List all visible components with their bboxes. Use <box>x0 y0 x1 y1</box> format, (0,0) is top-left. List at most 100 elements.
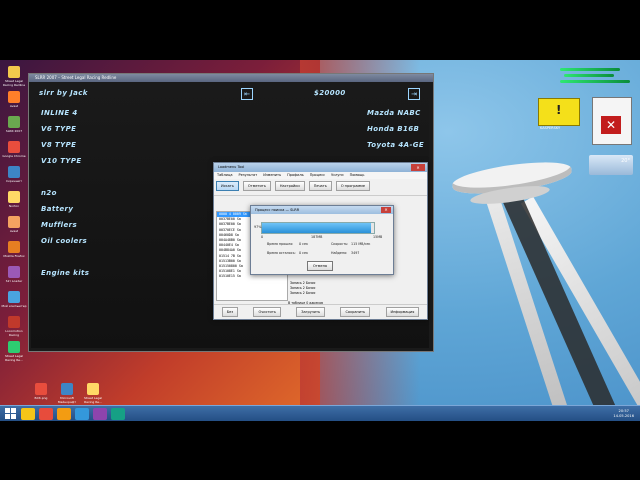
windows-logo-icon <box>10 414 16 419</box>
menu-item[interactable]: Процесс <box>310 173 325 177</box>
desktop-icon-label: Locomotion Racing <box>5 329 23 337</box>
found-label: Найдено: <box>331 251 348 255</box>
app-icon <box>8 141 20 153</box>
game-window-title: SLRR 2007 – Street Legal Racing Redline <box>29 74 433 82</box>
progress-title: Процесс поиска — SLRR ✕ <box>251 206 393 214</box>
progress-max-label: 15MB <box>373 235 383 239</box>
desktop-icon[interactable]: Скриншот <box>1 166 27 183</box>
toolbar-button[interactable]: Печать <box>308 181 332 191</box>
taskbar-apps <box>17 407 125 420</box>
progress-bar <box>261 222 375 234</box>
ram-bar <box>564 74 614 77</box>
menu-item[interactable]: Услуги <box>331 173 343 177</box>
desktop-icon[interactable]: Мой компьютер <box>1 291 27 308</box>
taskbar-app-explorer[interactable] <box>21 407 35 420</box>
menu-item[interactable]: Таблица <box>217 173 232 177</box>
desktop-icon[interactable]: Avast <box>1 216 27 233</box>
desktop-icon-label: Norton <box>8 204 20 208</box>
engine-menu-item[interactable]: Battery <box>41 205 73 213</box>
desktop-icon[interactable]: Slrr Loader <box>1 266 27 283</box>
app-icon <box>8 316 20 328</box>
bottom-button[interactable]: Без <box>221 307 239 317</box>
remaining-label: Время осталось: <box>267 251 296 255</box>
desktop-icon-label: Мой компьютер <box>1 304 27 308</box>
toolbar-button[interactable]: Отметить <box>242 181 271 191</box>
windows-logo-icon <box>4 408 10 413</box>
taskbar-app-ie[interactable] <box>75 407 89 420</box>
space-needle-leg <box>520 196 640 412</box>
progress-fill <box>262 223 371 233</box>
engine-model-item[interactable]: Toyota 4A-GE <box>367 141 424 149</box>
elapsed-value: 0 сек <box>299 242 308 246</box>
progress-title-text: Процесс поиска — SLRR <box>255 208 300 212</box>
engine-menu-item[interactable]: Oil coolers <box>41 237 87 245</box>
app-icon <box>8 216 20 228</box>
cpu-bar <box>560 68 620 71</box>
desktop-icon[interactable]: Mozilla Firefox <box>1 241 27 258</box>
engine-menu-item[interactable]: Mufflers <box>41 221 77 229</box>
bottom-button[interactable]: Сохранить <box>340 307 371 317</box>
engine-menu-item[interactable]: V8 TYPE <box>41 141 76 149</box>
desktop-icon[interactable]: Locomotion Racing <box>1 316 27 337</box>
desktop-icon-label: Street Legal Racing Re... <box>4 354 24 362</box>
enter-button[interactable]: ⇤ <box>241 88 253 100</box>
taskbar-app-chrome[interactable] <box>39 407 53 420</box>
cpu-gadget <box>530 64 634 86</box>
desktop-icon[interactable]: Avast <box>1 91 27 108</box>
engine-menu-item[interactable]: Engine kits <box>41 269 89 277</box>
windows-logo-icon <box>4 414 10 419</box>
toolbar-button[interactable]: О программе <box>335 181 370 191</box>
desktop-icon-label: Avast <box>9 104 19 108</box>
search-progress-dialog[interactable]: Процесс поиска — SLRR ✕ 97% 0 187MB 15MB… <box>250 205 394 275</box>
engine-model-item[interactable]: Honda B16B <box>367 125 419 133</box>
bottom-button[interactable]: Очистить <box>253 307 281 317</box>
list-item[interactable]: 01510E15 Sa <box>217 274 287 279</box>
desktop-icon[interactable]: Google Chrome <box>1 141 27 158</box>
kaspersky-gadget[interactable]: ! <box>538 98 580 126</box>
antivirus-gadget[interactable]: ✕ <box>592 97 632 145</box>
desktop-icon[interactable]: SLRR 2007 <box>1 116 27 133</box>
taskbar-app-game[interactable] <box>93 407 107 420</box>
engine-menu-item[interactable]: V6 TYPE <box>41 125 76 133</box>
toolbar-button[interactable]: Настройки <box>274 181 305 191</box>
cancel-button[interactable]: Отмена <box>307 261 333 271</box>
bottom-button[interactable]: Информация <box>385 307 420 317</box>
desktop-icon[interactable]: Street Legal Racing Redline <box>1 66 27 87</box>
desktop-icon[interactable]: БСК.png <box>28 383 54 400</box>
menu-item[interactable]: Изменить <box>263 173 281 177</box>
windows-logo-icon <box>10 408 16 413</box>
close-button[interactable]: ✕ <box>381 207 391 213</box>
desktop-icon-label: БСК.png <box>34 396 48 400</box>
system-clock[interactable]: 20:57 14.05.2016 <box>613 409 634 419</box>
engine-menu-item[interactable]: V10 TYPE <box>41 157 82 165</box>
speed-value: 115 MB/сек <box>351 242 371 246</box>
app-icon <box>87 383 99 395</box>
bottom-button[interactable]: Загрузить <box>296 307 326 317</box>
engine-menu-item[interactable]: n2o <box>41 189 57 197</box>
taskbar-app-tool[interactable] <box>111 407 125 420</box>
start-button[interactable] <box>3 408 17 420</box>
address-details: Запись 2 Базис Запись 2 Базис Запись 2 Баз… <box>290 281 316 296</box>
desktop-icon[interactable]: Norton <box>1 191 27 208</box>
remaining-value: 0 сек <box>299 251 308 255</box>
menu-item[interactable]: Помощь <box>350 173 365 177</box>
clock-date: 14.05.2016 <box>613 413 634 418</box>
desktop-icon[interactable]: Street Legal Racing Re... <box>1 341 27 362</box>
disk-bar <box>560 80 630 83</box>
weather-gadget: 20° <box>589 155 633 175</box>
app-icon <box>8 91 20 103</box>
engine-menu-item[interactable]: INLINE 4 <box>41 109 78 117</box>
toolbar-button[interactable]: Искать <box>216 181 239 191</box>
taskbar-app-firefox[interactable] <box>57 407 71 420</box>
menu-item[interactable]: Профиль <box>287 173 304 177</box>
menu-item[interactable]: Результат <box>238 173 257 177</box>
engine-model-item[interactable]: Mazda NABC <box>367 109 421 117</box>
desktop-icon[interactable]: Street Legal Racing Re... <box>80 383 106 404</box>
taskbar: 20:57 14.05.2016 <box>0 405 640 421</box>
exit-button[interactable]: ⇥ <box>408 88 420 100</box>
close-button[interactable]: ✕ <box>411 164 425 171</box>
speed-label: Скорость: <box>331 242 349 246</box>
desktop-icon-label: Mozilla Firefox <box>3 254 25 258</box>
desktop-icon[interactable]: Microsoft Майнкрафт <box>54 383 80 404</box>
app-icon <box>8 166 20 178</box>
